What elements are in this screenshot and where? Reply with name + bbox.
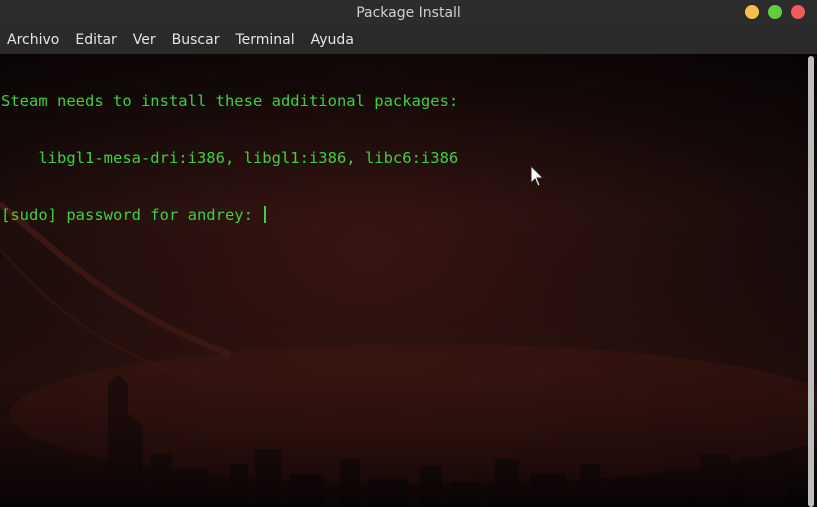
- menu-terminal[interactable]: Terminal: [235, 26, 294, 54]
- menu-bar: Archivo Editar Ver Buscar Terminal Ayuda: [0, 26, 817, 54]
- menu-ver[interactable]: Ver: [133, 26, 156, 54]
- window-title: Package Install: [356, 5, 461, 21]
- sudo-prompt: [sudo] password for andrey:: [1, 206, 263, 224]
- menu-archivo[interactable]: Archivo: [7, 26, 59, 54]
- scrollbar[interactable]: [808, 56, 814, 507]
- minimize-button[interactable]: [745, 5, 759, 19]
- terminal-output: Steam needs to install these additional …: [1, 54, 458, 263]
- terminal-line: Steam needs to install these additional …: [1, 92, 459, 110]
- text-cursor: [264, 206, 267, 223]
- mouse-pointer-icon: [530, 165, 545, 187]
- menu-ayuda[interactable]: Ayuda: [311, 26, 354, 54]
- title-bar[interactable]: Package Install: [0, 0, 817, 26]
- terminal-prompt-line[interactable]: [sudo] password for andrey:: [1, 206, 458, 225]
- menu-buscar[interactable]: Buscar: [172, 26, 220, 54]
- terminal-window: Package Install Archivo Editar Ver Busca…: [0, 0, 817, 507]
- maximize-button[interactable]: [768, 5, 782, 19]
- terminal-line: libgl1-mesa-dri:i386, libgl1:i386, libc6…: [1, 149, 459, 167]
- menu-editar[interactable]: Editar: [75, 26, 116, 54]
- window-controls: [745, 5, 805, 19]
- terminal-area[interactable]: Steam needs to install these additional …: [0, 54, 817, 507]
- close-button[interactable]: [791, 5, 805, 19]
